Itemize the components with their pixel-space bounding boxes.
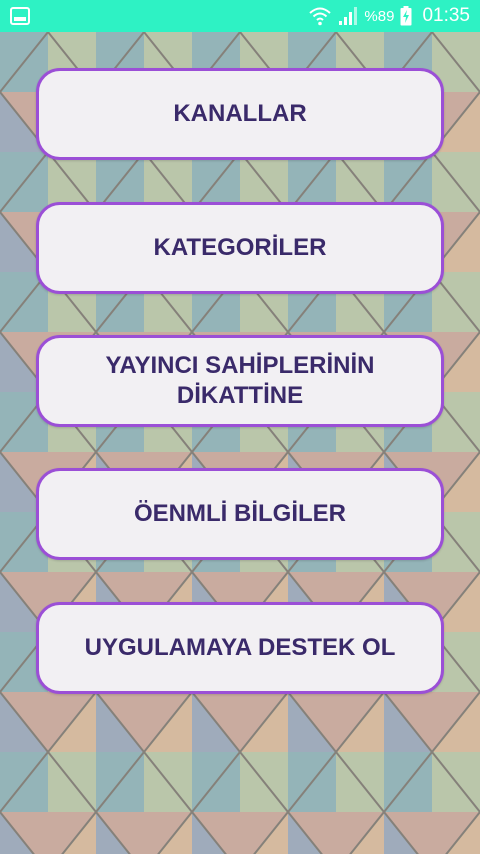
important-info-button[interactable]: ÖENMLİ BİLGİLER bbox=[36, 468, 444, 560]
channels-button[interactable]: KANALLAR bbox=[36, 68, 444, 160]
signal-icon bbox=[338, 6, 358, 26]
battery-percent: %89 bbox=[364, 7, 395, 25]
channels-button-label: KANALLAR bbox=[173, 100, 307, 127]
main-menu: KANALLAR KATEGORİLER YAYINCI SAHİPLERİNİ… bbox=[0, 32, 480, 854]
support-app-button[interactable]: UYGULAMAYA DESTEK OL bbox=[36, 602, 444, 694]
battery-charging-icon bbox=[400, 6, 412, 26]
support-app-button-label: UYGULAMAYA DESTEK OL bbox=[84, 634, 396, 661]
clock: 01:35 bbox=[422, 5, 470, 26]
wifi-icon bbox=[308, 6, 332, 26]
publisher-notice-button[interactable]: YAYINCI SAHİPLERİNİN DİKATTİNE bbox=[36, 335, 444, 427]
status-bar: %89 01:35 bbox=[0, 0, 480, 32]
publisher-notice-button-label: YAYINCI SAHİPLERİNİN DİKATTİNE bbox=[105, 352, 375, 409]
categories-button[interactable]: KATEGORİLER bbox=[36, 202, 444, 294]
important-info-button-label: ÖENMLİ BİLGİLER bbox=[134, 500, 346, 527]
gallery-icon bbox=[10, 7, 30, 25]
categories-button-label: KATEGORİLER bbox=[153, 234, 327, 261]
